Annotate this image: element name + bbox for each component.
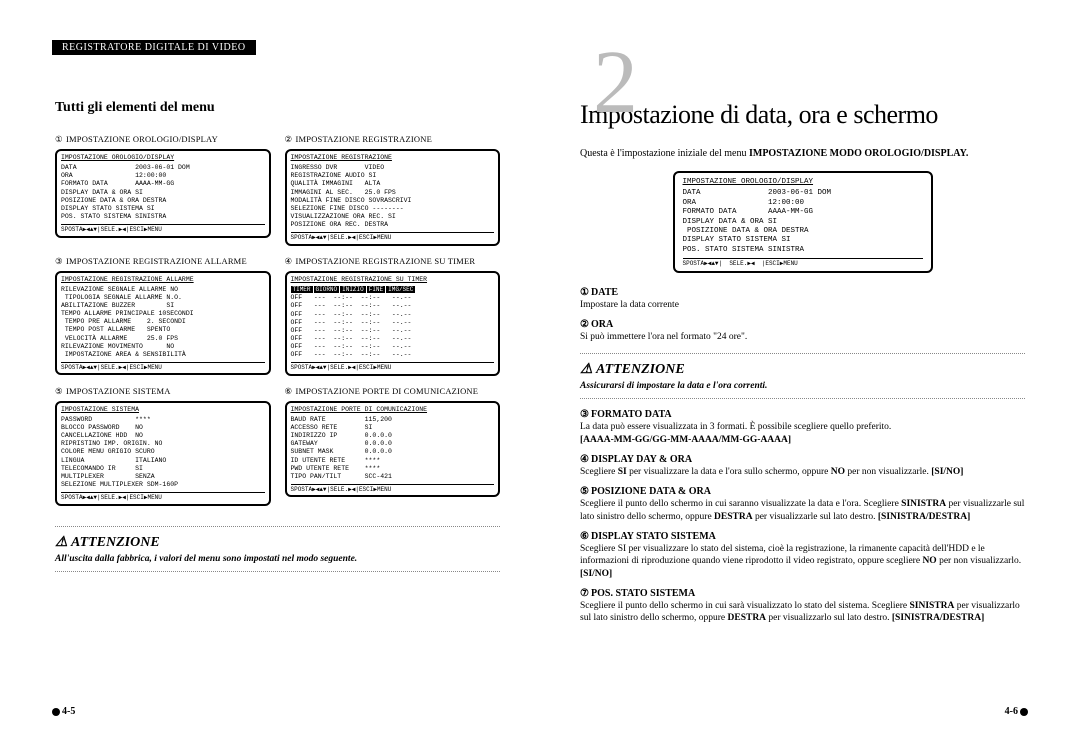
doc-header: REGISTRATORE DIGITALE DI VIDEO xyxy=(52,40,256,55)
page-number-right: 4-6 xyxy=(1005,706,1030,717)
osd-screen: IMPOSTAZIONE SISTEMA PASSWORD **** BLOCC… xyxy=(55,401,271,506)
left-page: Tutti gli elementi del menu ①IMPOSTAZION… xyxy=(55,100,500,633)
settings-list: ①DATE Impostare la data corrente ②ORA Si… xyxy=(580,287,1025,344)
setting-item: ⑥DISPLAY STATO SISTEMA Scegliere SI per … xyxy=(580,531,1025,580)
setting-item: ⑤POSIZIONE DATA & ORA Scegliere il punto… xyxy=(580,486,1025,523)
osd-screen: IMPOSTAZIONE OROLOGIO/DISPLAY DATA 2003-… xyxy=(55,149,271,238)
menu-block: ③IMPOSTAZIONE REGISTRAZIONE ALLARME IMPO… xyxy=(55,256,271,376)
setting-item: ③FORMATO DATA La data può essere visuali… xyxy=(580,409,1025,446)
intro-text: Questa è l'impostazione iniziale del men… xyxy=(580,148,1025,159)
warning-icon: ⚠ xyxy=(55,534,71,551)
attention-box: ⚠ATTENZIONE Assicurarsi di impostare la … xyxy=(580,353,1025,399)
menu-block: ②IMPOSTAZIONE REGISTRAZIONE IMPOSTAZIONE… xyxy=(285,134,501,246)
menu-label: ③IMPOSTAZIONE REGISTRAZIONE ALLARME xyxy=(55,256,271,267)
settings-list-2: ③FORMATO DATA La data può essere visuali… xyxy=(580,409,1025,624)
timer-headers: TIMERGIORNOINIZIOFINEIMG/SEC xyxy=(291,286,495,294)
attention-body: Assicurarsi di impostare la data e l'ora… xyxy=(580,381,1025,391)
osd-screen: IMPOSTAZIONE REGISTRAZIONE SU TIMER TIME… xyxy=(285,271,501,376)
menu-label: ①IMPOSTAZIONE OROLOGIO/DISPLAY xyxy=(55,134,271,145)
attention-box: ⚠ATTENZIONE All'uscita dalla fabbrica, i… xyxy=(55,526,500,572)
menu-block: ⑤IMPOSTAZIONE SISTEMA IMPOSTAZIONE SISTE… xyxy=(55,386,271,506)
attention-title: ⚠ATTENZIONE xyxy=(55,534,500,551)
osd-screen-main: IMPOSTAZIONE OROLOGIO/DISPLAY DATA 2003-… xyxy=(673,171,933,273)
page-number-left: 4-5 xyxy=(50,706,75,717)
osd-screen: IMPOSTAZIONE PORTE DI COMUNICAZIONE BAUD… xyxy=(285,401,501,498)
menu-block: ⑥IMPOSTAZIONE PORTE DI COMUNICAZIONE IMP… xyxy=(285,386,501,506)
warning-icon: ⚠ xyxy=(580,361,596,378)
menu-label: ②IMPOSTAZIONE REGISTRAZIONE xyxy=(285,134,501,145)
right-title: Impostazione di data, ora e schermo xyxy=(580,100,1025,130)
menu-label: ⑤IMPOSTAZIONE SISTEMA xyxy=(55,386,271,397)
attention-body: All'uscita dalla fabbrica, i valori del … xyxy=(55,554,500,564)
page-dot-icon xyxy=(1020,708,1028,716)
menu-label: ⑥IMPOSTAZIONE PORTE DI COMUNICAZIONE xyxy=(285,386,501,397)
osd-screen: IMPOSTAZIONE REGISTRAZIONE INGRESSO DVR … xyxy=(285,149,501,246)
attention-title: ⚠ATTENZIONE xyxy=(580,361,1025,378)
menu-label: ④IMPOSTAZIONE REGISTRAZIONE SU TIMER xyxy=(285,256,501,267)
right-page: Impostazione di data, ora e schermo Ques… xyxy=(580,100,1025,633)
setting-item: ①DATE Impostare la data corrente xyxy=(580,287,1025,311)
left-title: Tutti gli elementi del menu xyxy=(55,100,500,116)
menu-grid: ①IMPOSTAZIONE OROLOGIO/DISPLAY IMPOSTAZI… xyxy=(55,134,500,506)
page-dot-icon xyxy=(52,708,60,716)
osd-screen: IMPOSTAZIONE REGISTRAZIONE ALLARME RILEV… xyxy=(55,271,271,376)
setting-item: ④DISPLAY DAY & ORA Scegliere SI per visu… xyxy=(580,454,1025,478)
setting-item: ⑦POS. STATO SISTEMA Scegliere il punto d… xyxy=(580,588,1025,625)
menu-block: ①IMPOSTAZIONE OROLOGIO/DISPLAY IMPOSTAZI… xyxy=(55,134,271,246)
chapter-number: 2 xyxy=(593,38,638,128)
setting-item: ②ORA Si può immettere l'ora nel formato … xyxy=(580,319,1025,343)
menu-block: ④IMPOSTAZIONE REGISTRAZIONE SU TIMER IMP… xyxy=(285,256,501,376)
